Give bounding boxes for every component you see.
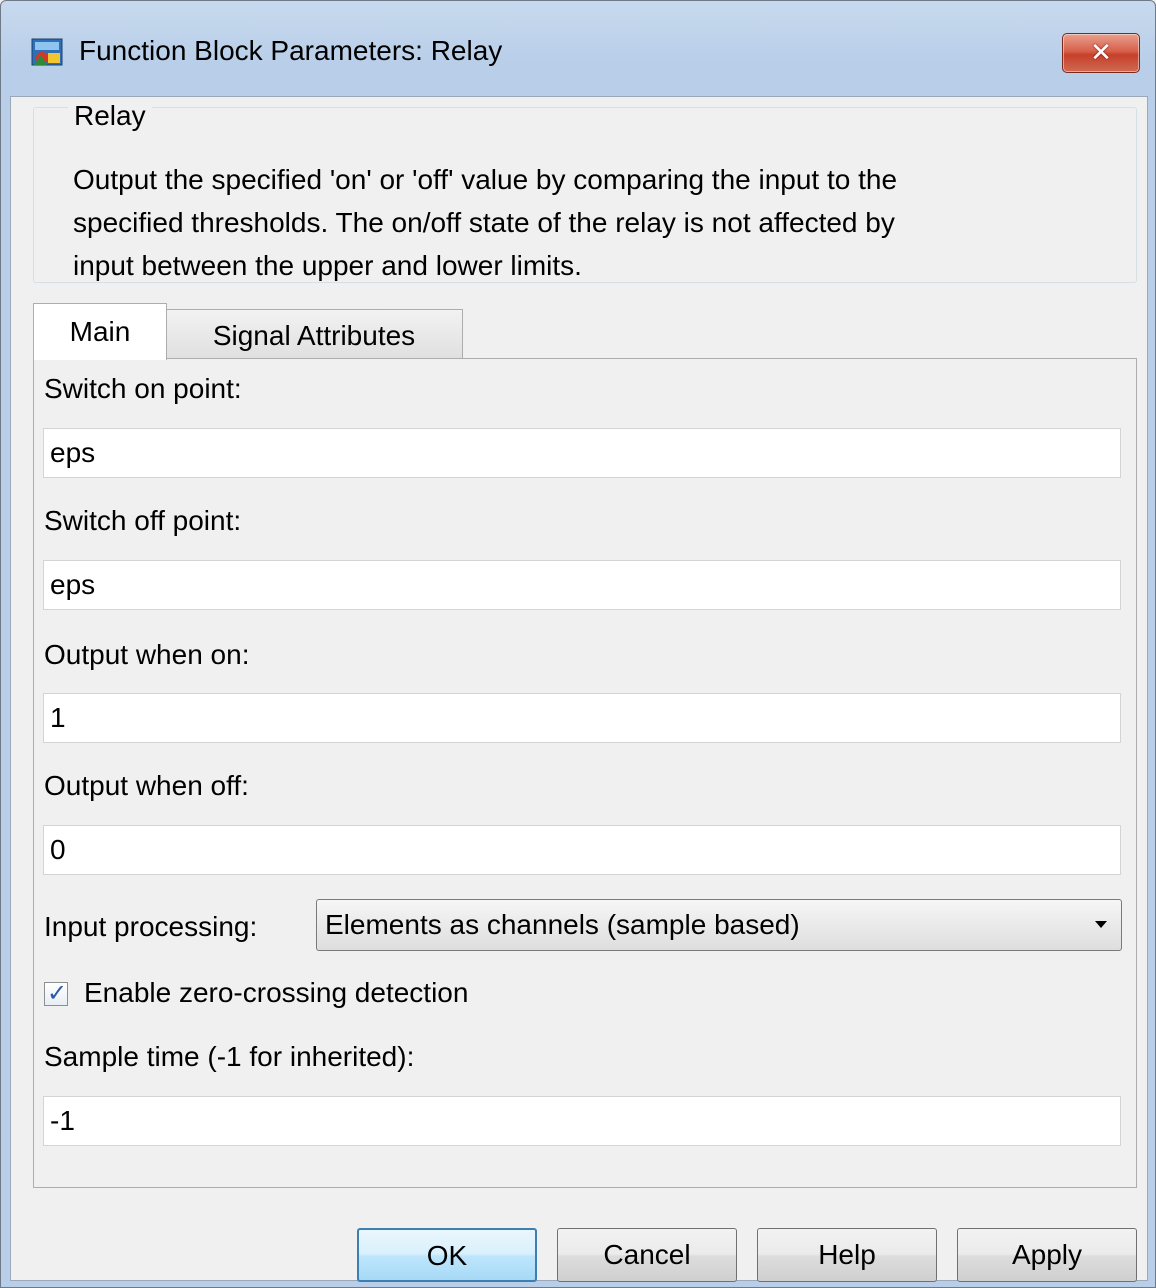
apply-button[interactable]: Apply: [957, 1228, 1137, 1282]
switch-on-label: Switch on point:: [44, 373, 242, 404]
cancel-button[interactable]: Cancel: [557, 1228, 737, 1282]
input-processing-value: Elements as channels (sample based): [325, 909, 800, 940]
close-button[interactable]: ✕: [1062, 33, 1140, 73]
sample-time-field[interactable]: -1: [43, 1096, 1121, 1146]
help-button[interactable]: Help: [757, 1228, 937, 1282]
switch-on-field[interactable]: eps: [43, 428, 1121, 478]
dialog-window: Function Block Parameters: Relay ✕ Relay…: [0, 0, 1156, 1288]
block-description-group: Relay Output the specified 'on' or 'off'…: [33, 100, 1137, 283]
dialog-client-area: Relay Output the specified 'on' or 'off'…: [10, 96, 1148, 1282]
switch-off-label: Switch off point:: [44, 505, 242, 536]
output-off-field[interactable]: 0: [43, 825, 1121, 875]
block-description: Output the specified 'on' or 'off' value…: [73, 164, 898, 281]
simulink-block-icon: [31, 38, 63, 66]
zero-crossing-label[interactable]: Enable zero-crossing detection: [84, 977, 468, 1009]
block-name: Relay: [68, 100, 152, 132]
switch-off-field[interactable]: eps: [43, 560, 1121, 610]
input-processing-label: Input processing:: [44, 911, 258, 942]
input-processing-select[interactable]: Elements as channels (sample based): [316, 899, 1122, 951]
chevron-down-icon: [1095, 921, 1107, 928]
checkmark-icon: ✓: [47, 980, 68, 1007]
zero-crossing-checkbox[interactable]: ✓: [44, 980, 68, 1007]
ok-button[interactable]: OK: [357, 1228, 537, 1282]
tab-signal-attributes[interactable]: Signal Attributes: [165, 309, 463, 359]
tab-main[interactable]: Main: [33, 303, 167, 360]
title-bar[interactable]: Function Block Parameters: Relay ✕: [1, 1, 1155, 97]
main-tab-panel: Switch on point: eps Switch off point: e…: [33, 358, 1137, 1188]
window-title: Function Block Parameters: Relay: [79, 35, 503, 66]
output-on-label: Output when on:: [44, 639, 250, 670]
output-on-field[interactable]: 1: [43, 693, 1121, 743]
close-icon: ✕: [1090, 37, 1112, 67]
output-off-label: Output when off:: [44, 770, 249, 801]
sample-time-label: Sample time (-1 for inherited):: [44, 1041, 415, 1072]
